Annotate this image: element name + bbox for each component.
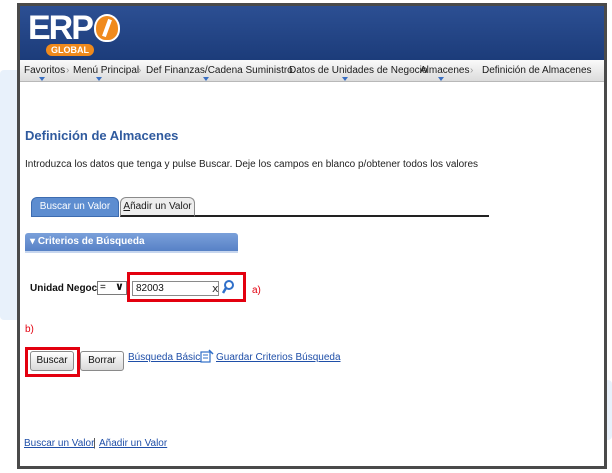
logo-text: ERP [28,9,94,47]
section-divider [25,251,238,253]
section-title: Criterios de Búsqueda [37,236,145,247]
chevron-down-icon[interactable] [96,77,102,81]
leaf-icon [94,14,120,42]
save-criteria-link[interactable]: Guardar Criterios Búsqueda [216,352,341,363]
chevron-down-icon[interactable] [438,77,444,81]
chevron-down-icon[interactable] [39,77,45,81]
tab-buscar-valor[interactable]: Buscar un Valor [31,197,119,217]
nav-separator: › [66,65,70,76]
footer-separator: | [93,437,96,449]
nav-datos-unidades[interactable]: Datos de Unidades de Negocio [289,65,427,76]
chevron-down-icon[interactable] [342,77,348,81]
search-button[interactable]: Buscar [30,351,74,371]
nav-def-finanzas[interactable]: Def Finanzas/Cadena Suministro [146,65,293,76]
collapse-icon[interactable]: ▾ [30,236,38,247]
nav-almacenes[interactable]: Almacenes [420,65,469,76]
magnifier-icon[interactable] [222,279,236,295]
footer-buscar-link[interactable]: Buscar un Valor [24,438,94,449]
nav-favoritos[interactable]: Favoritos [24,65,65,76]
nav-definicion-almacenes[interactable]: Definición de Almacenes [482,65,592,76]
app-header: ERP GLOBAL [20,6,604,60]
page-title: Definición de Almacenes [25,128,179,143]
erp-logo[interactable]: ERP GLOBAL [26,8,146,56]
clear-icon[interactable]: x [212,282,219,295]
chevron-down-icon[interactable] [203,77,209,81]
logo-badge: GLOBAL [46,44,94,56]
breadcrumb: Favoritos › Menú Principal › Def Finanza… [20,60,604,82]
nav-separator: › [409,65,413,76]
footer-anadir-link[interactable]: Añadir un Valor [99,438,167,449]
annotation-label-b: b) [25,324,34,335]
nav-separator: › [138,65,142,76]
tab-underline [186,215,489,217]
page-instructions: Introduzca los datos que tenga y pulse B… [25,159,479,170]
browser-frame: ERP GLOBAL Favoritos › Menú Principal › … [17,3,607,469]
annotation-label-a: a) [252,285,261,296]
clear-button[interactable]: Borrar [80,351,124,371]
nav-separator: › [470,65,474,76]
section-header-criterios[interactable]: ▾ Criterios de Búsqueda [25,233,238,251]
tab-anadir-valor[interactable]: Añadir un Valor [120,197,195,217]
tab-label-rest: ñadir un Valor [130,201,192,212]
save-criteria-icon[interactable] [200,349,214,363]
nav-separator: › [278,65,282,76]
unidad-negocio-input[interactable]: 82003 [132,281,219,296]
nav-menu-principal[interactable]: Menú Principal [73,65,139,76]
chevron-down-icon[interactable]: ∨ [115,280,124,293]
basic-search-link[interactable]: Búsqueda Básica [128,352,206,363]
